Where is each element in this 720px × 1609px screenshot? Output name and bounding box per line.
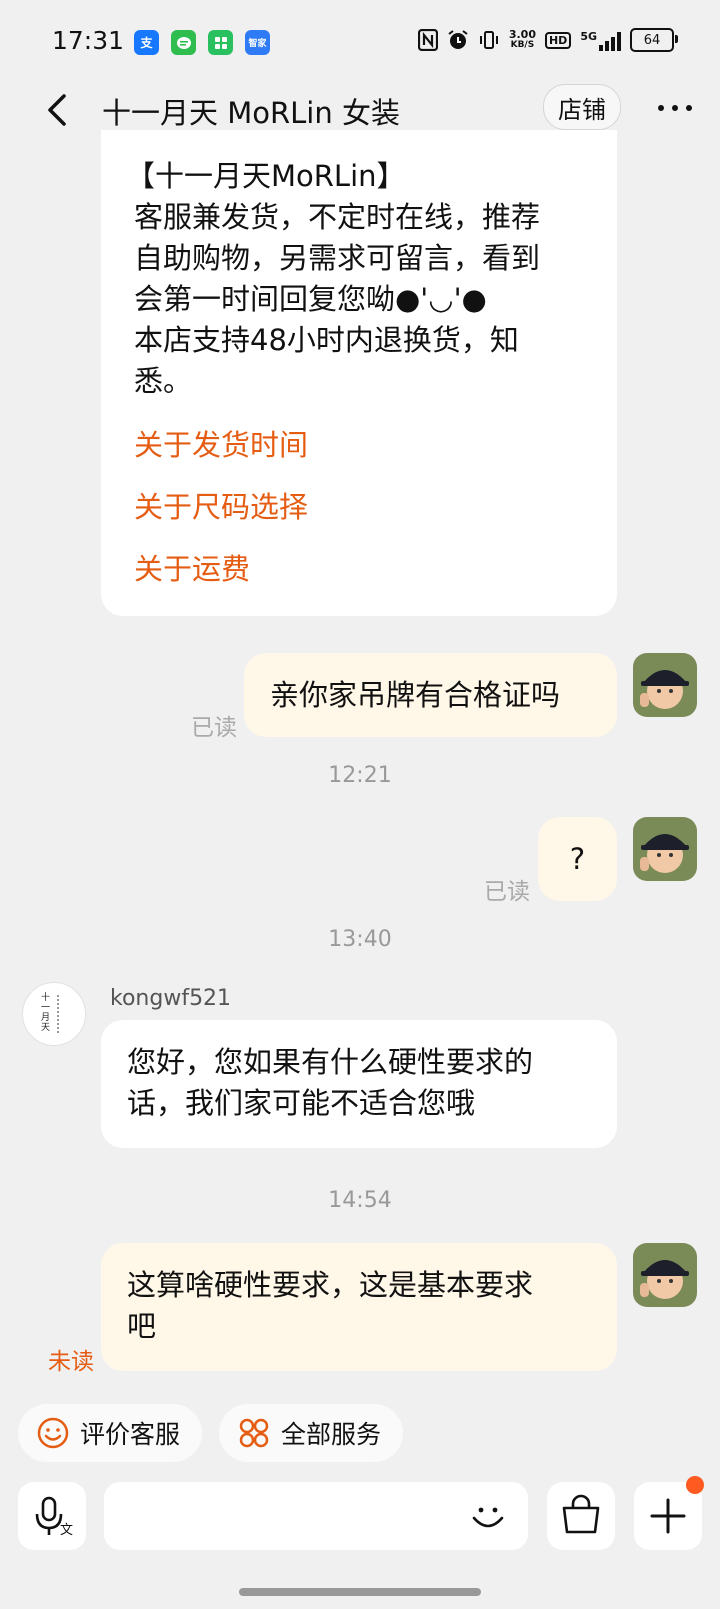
chat-title: 十一月天 MoRLin 女装 xyxy=(102,96,400,130)
message-timestamp: 13:40 xyxy=(328,927,392,952)
smart-home-icon: 智家 xyxy=(245,30,270,55)
store-button[interactable]: 店铺 xyxy=(543,84,621,130)
intro-line: 客服兼发货，不定时在线，推荐 xyxy=(134,200,541,234)
intro-line: 会第一时间回复您呦●'◡'● xyxy=(134,282,487,316)
message-line: 这算啥硬性要求，这是基本要求 xyxy=(127,1268,534,1302)
battery-level: 64 xyxy=(643,32,661,48)
network-speed: 3.00 KB/S xyxy=(509,29,536,51)
services-grid-icon xyxy=(239,1418,269,1448)
emoji-button[interactable] xyxy=(466,1496,510,1540)
microphone-translate-icon: 文 xyxy=(35,1496,73,1538)
read-status: 已读 xyxy=(191,715,237,741)
alipay-icon: 支 xyxy=(134,30,159,55)
signal-icon: 5G xyxy=(580,30,621,51)
my-message-bubble[interactable]: 亲你家吊牌有合格证吗 xyxy=(244,653,617,737)
battery-icon: 64 xyxy=(630,28,678,52)
shop-logo-text: 十一月天 xyxy=(41,993,51,1033)
intro-line: 【十一月天MoRLin】 xyxy=(126,159,406,193)
more-dot-icon xyxy=(672,105,678,111)
link-shipping-fee[interactable]: 关于运费 xyxy=(134,552,587,586)
message-line: 话，我们家可能不适合您哦 xyxy=(127,1086,476,1120)
svg-text:文: 文 xyxy=(60,1523,73,1538)
shop-logo-dots xyxy=(57,995,61,1033)
rate-service-button[interactable]: 评价客服 xyxy=(18,1404,202,1462)
vibrate-icon xyxy=(479,31,498,49)
alarm-icon xyxy=(448,30,468,49)
more-dot-icon xyxy=(686,105,692,111)
intro-line: 自助购物，另需求可留言，看到 xyxy=(134,241,541,275)
user-avatar[interactable] xyxy=(633,817,697,881)
nfc-icon xyxy=(417,29,438,51)
read-status: 已读 xyxy=(484,879,530,905)
intro-line: 悉。 xyxy=(134,364,193,398)
hd-badge: HD xyxy=(544,31,572,49)
speed-value: 3.00 xyxy=(508,28,536,41)
message-timestamp: 12:21 xyxy=(328,763,392,788)
product-bag-button[interactable] xyxy=(547,1482,615,1550)
shop-avatar[interactable]: 十一月天 xyxy=(22,982,86,1046)
network-type: 5G xyxy=(580,29,597,43)
link-size-selection[interactable]: 关于尺码选择 xyxy=(134,490,587,524)
status-indicators: 3.00 KB/S HD 5G 64 xyxy=(417,28,678,52)
home-indicator[interactable] xyxy=(239,1588,481,1596)
back-button[interactable] xyxy=(40,88,80,132)
grid-app-icon xyxy=(208,30,233,55)
shop-message-bubble[interactable]: 您好，您如果有什么硬性要求的 话，我们家可能不适合您哦 xyxy=(101,1020,617,1148)
emoji-icon xyxy=(472,1507,504,1528)
input-bar: 文 xyxy=(0,1474,720,1609)
message-line: 吧 xyxy=(127,1309,157,1343)
intro-line: 本店支持48小时内退换货，知 xyxy=(134,323,519,357)
message-line: 您好，您如果有什么硬性要求的 xyxy=(127,1045,534,1079)
notification-dot xyxy=(686,1476,704,1494)
message-text: 亲你家吊牌有合格证吗 xyxy=(270,677,561,712)
status-bar: 17:31 支 智家 3.00 KB/S HD 5G 64 xyxy=(0,0,720,86)
rate-service-label: 评价客服 xyxy=(80,1420,181,1449)
status-time: 17:31 xyxy=(52,26,125,55)
chevron-left-icon xyxy=(48,94,66,126)
more-dot-icon xyxy=(658,105,664,111)
shopping-bag-icon xyxy=(562,1494,600,1534)
unread-status: 未读 xyxy=(48,1349,94,1375)
auto-reply-bubble: 【十一月天MoRLin】 客服兼发货，不定时在线，推荐 自助购物，另需求可留言，… xyxy=(101,130,617,616)
user-avatar[interactable] xyxy=(633,1243,697,1307)
more-functions-button[interactable] xyxy=(634,1476,704,1550)
message-input[interactable] xyxy=(104,1482,528,1550)
message-icon xyxy=(171,30,196,55)
link-shipping-time[interactable]: 关于发货时间 xyxy=(134,428,587,462)
smile-icon xyxy=(37,1417,69,1449)
sender-name: kongwf521 xyxy=(110,986,232,1011)
all-services-button[interactable]: 全部服务 xyxy=(219,1404,403,1462)
message-text: ? xyxy=(569,841,586,876)
speed-unit: KB/S xyxy=(510,40,535,50)
user-avatar[interactable] xyxy=(633,653,697,717)
my-message-bubble[interactable]: 这算啥硬性要求，这是基本要求 吧 xyxy=(101,1243,617,1371)
more-button[interactable] xyxy=(658,98,698,118)
voice-input-button[interactable]: 文 xyxy=(18,1482,86,1550)
message-timestamp: 14:54 xyxy=(328,1188,392,1213)
all-services-label: 全部服务 xyxy=(281,1420,382,1449)
my-message-bubble[interactable]: ? xyxy=(538,817,617,901)
status-app-icons: 支 智家 xyxy=(134,30,270,55)
